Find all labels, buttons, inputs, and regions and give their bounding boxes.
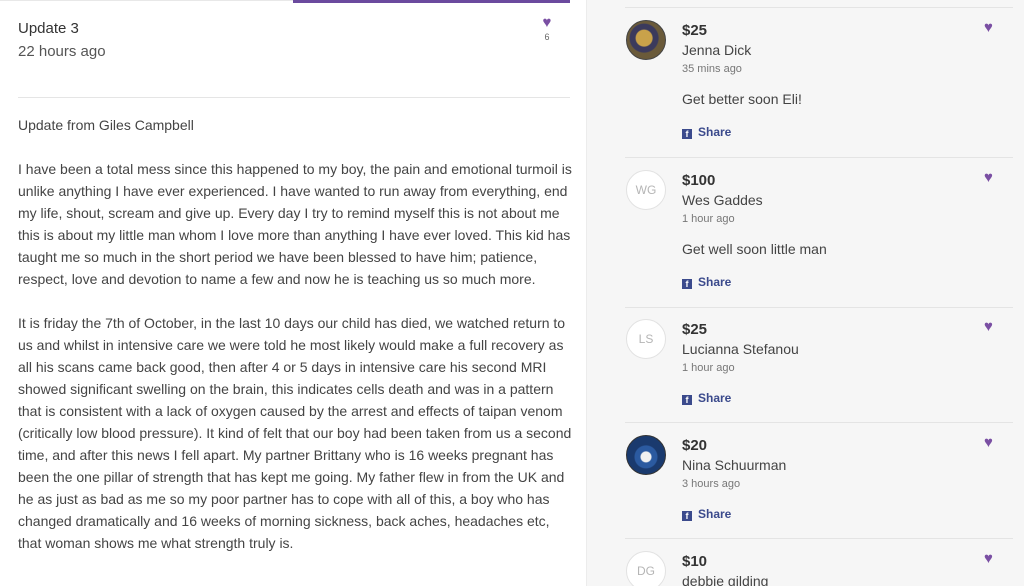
tab-divider: [0, 0, 293, 1]
donation-time: 35 mins ago: [682, 63, 742, 75]
avatar: [626, 435, 666, 475]
donation-amount: $100: [682, 172, 716, 189]
share-label: Share: [698, 391, 732, 405]
donor-name: Nina Schuurman: [682, 457, 787, 473]
update-header: Update 3 22 hours ago: [18, 19, 106, 62]
donation-amount: $10: [682, 553, 708, 570]
donation-item: WG $100 Wes Gaddes 1 hour ago Get well s…: [625, 158, 1013, 308]
donation-amount: $20: [682, 437, 708, 454]
share-button[interactable]: f Share: [682, 391, 731, 405]
share-button[interactable]: f Share: [682, 507, 731, 521]
update-like[interactable]: ♥ 6: [539, 15, 555, 42]
avatar: WG: [626, 170, 666, 210]
donation-time: 3 hours ago: [682, 478, 741, 490]
donation-item: DG $10 debbie gilding ♥: [625, 539, 1013, 586]
heart-icon[interactable]: ♥: [984, 169, 993, 186]
heart-icon[interactable]: ♥: [984, 434, 993, 451]
facebook-icon: f: [682, 395, 692, 405]
share-button[interactable]: f Share: [682, 125, 731, 139]
donor-name: Lucianna Stefanou: [682, 341, 799, 357]
divider: [18, 97, 570, 98]
donation-message: Get better soon Eli!: [682, 91, 802, 107]
update-panel: Update 3 22 hours ago ♥ 6 Update from Gi…: [0, 0, 586, 586]
donation-amount: $25: [682, 321, 708, 338]
update-body: Update from Giles Campbell I have been a…: [18, 114, 574, 576]
update-time: 22 hours ago: [18, 43, 106, 60]
donation-item: LS $25 Lucianna Stefanou 1 hour ago f Sha…: [625, 307, 1013, 423]
heart-icon[interactable]: ♥: [984, 318, 993, 335]
donation-amount: $25: [682, 22, 708, 39]
facebook-icon: f: [682, 129, 692, 139]
avatar: LS: [626, 319, 666, 359]
donations-list: $25 Jenna Dick 35 mins ago Get better so…: [587, 0, 1024, 586]
share-label: Share: [698, 275, 732, 289]
donation-time: 1 hour ago: [682, 362, 735, 374]
donor-name: debbie gilding: [682, 573, 769, 586]
share-button[interactable]: f Share: [682, 275, 731, 289]
donation-time: 1 hour ago: [682, 213, 735, 225]
update-paragraph: I have been a total mess since this happ…: [18, 161, 572, 287]
update-title: Update 3: [18, 20, 79, 37]
active-tab-indicator: [293, 0, 570, 3]
facebook-icon: f: [682, 279, 692, 289]
heart-icon[interactable]: ♥: [984, 550, 993, 567]
heart-icon[interactable]: ♥: [984, 19, 993, 36]
avatar: [626, 20, 666, 60]
share-label: Share: [698, 507, 732, 521]
facebook-icon: f: [682, 511, 692, 521]
heart-icon[interactable]: ♥: [539, 15, 555, 30]
avatar: DG: [626, 551, 666, 586]
update-author: Update from Giles Campbell: [18, 117, 194, 133]
like-count: 6: [544, 32, 550, 42]
donation-message: Get well soon little man: [682, 241, 827, 257]
donation-item: $25 Jenna Dick 35 mins ago Get better so…: [625, 8, 1013, 158]
update-paragraph: It is friday the 7th of October, in the …: [18, 315, 572, 551]
donor-name: Jenna Dick: [682, 42, 752, 58]
donor-name: Wes Gaddes: [682, 192, 763, 208]
donation-item: $20 Nina Schuurman 3 hours ago f Share ♥: [625, 423, 1013, 539]
share-label: Share: [698, 125, 732, 139]
